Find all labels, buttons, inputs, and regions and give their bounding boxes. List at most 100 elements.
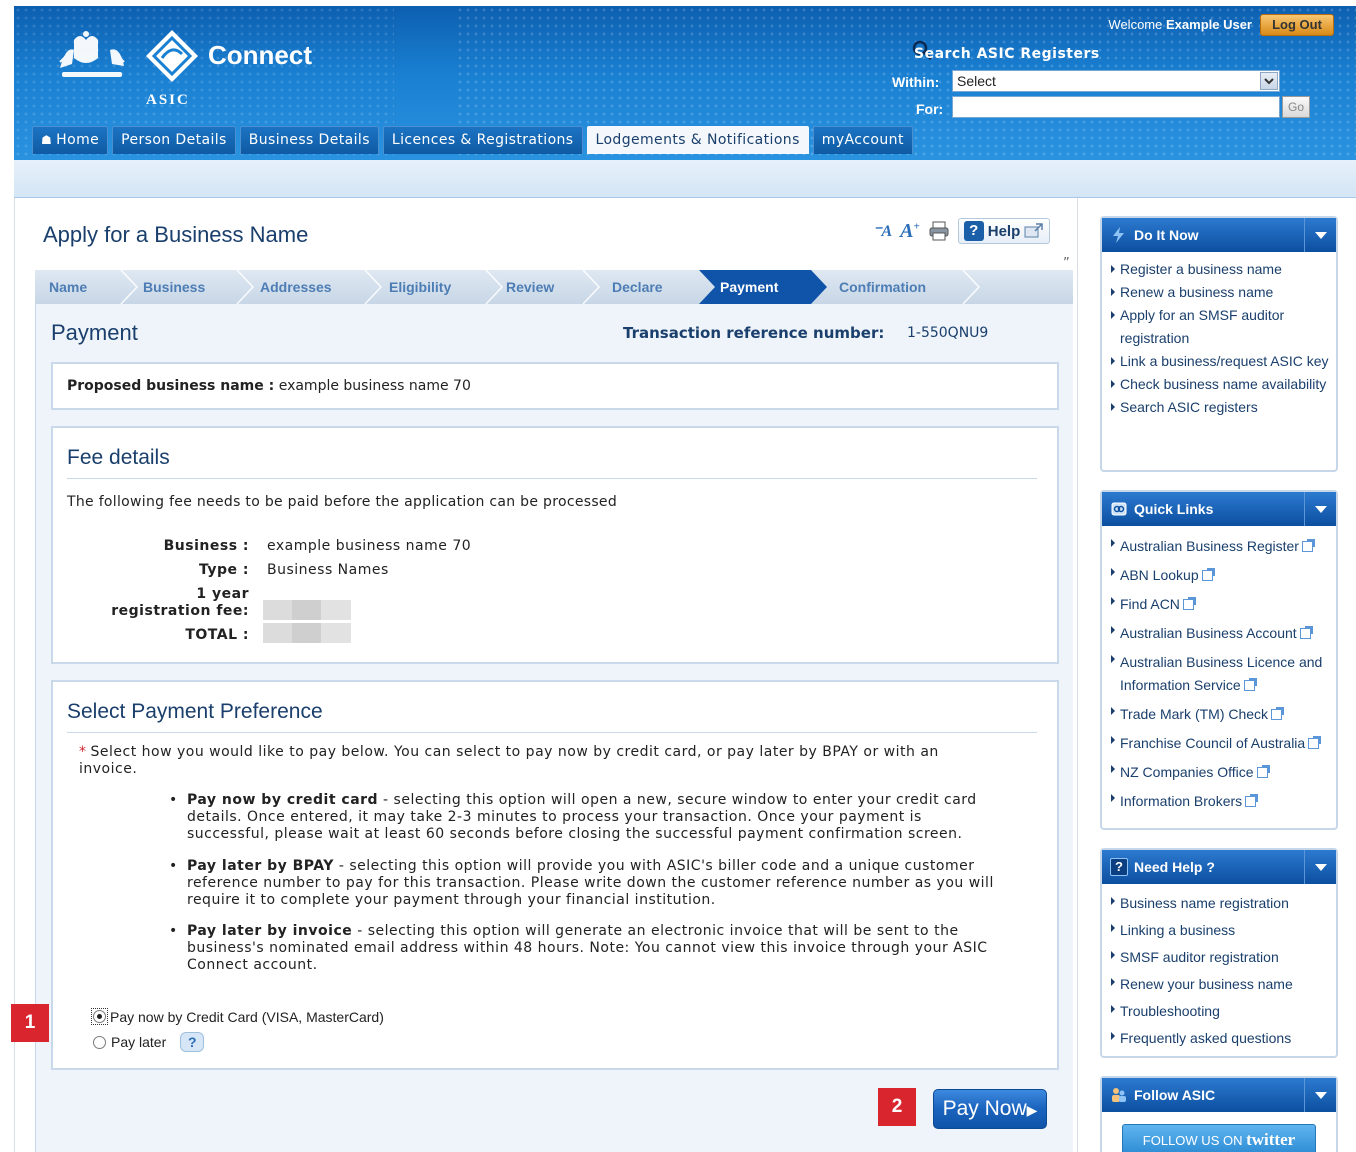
- sidebar-link-label: Australian Business Account: [1120, 625, 1297, 641]
- tab-home-label: Home: [56, 132, 100, 148]
- do-it-now-header[interactable]: Do It Now: [1102, 218, 1336, 252]
- chevron-down-icon[interactable]: [1260, 72, 1278, 90]
- bullet-bpay-title: Pay later by BPAY: [187, 858, 334, 874]
- welcome-prefix: Welcome: [1108, 17, 1163, 32]
- sidebar-link-label: Franchise Council of Australia: [1120, 735, 1306, 751]
- sidebar-link[interactable]: NZ Companies Office: [1110, 758, 1330, 787]
- external-link-icon: [1245, 794, 1259, 807]
- decrease-font-icon[interactable]: ⁻A: [873, 221, 892, 241]
- page-title: Apply for a Business Name: [43, 222, 309, 247]
- sidebar-link-label: ABN Lookup: [1120, 567, 1199, 583]
- sidebar-link[interactable]: Renew your business name: [1110, 971, 1330, 998]
- sidebar-link[interactable]: Business name registration: [1110, 890, 1330, 917]
- page-tools: ⁻A A+ ? Help: [873, 218, 1051, 244]
- sidebar-link[interactable]: Franchise Council of Australia: [1110, 729, 1330, 758]
- help-button[interactable]: ? Help: [957, 218, 1051, 244]
- external-link-icon: [1243, 678, 1257, 691]
- twitter-word: twitter: [1246, 1130, 1296, 1149]
- chevron-down-icon[interactable]: [1304, 1078, 1336, 1112]
- sidebar-link[interactable]: Australian Business Account: [1110, 619, 1330, 648]
- annotation-badge-1: 1: [11, 1004, 49, 1042]
- search-title: Search ASIC Registers: [914, 46, 1100, 62]
- sidebar-link[interactable]: Troubleshooting: [1110, 998, 1330, 1025]
- fee-details-heading: Fee details: [67, 446, 170, 469]
- sidebar-link[interactable]: Find ACN: [1110, 590, 1330, 619]
- bullet-invoice-title: Pay later by invoice: [187, 923, 353, 939]
- twitter-follow-button[interactable]: FOLLOW US ON twitter: [1122, 1124, 1316, 1152]
- main-content: Apply for a Business Name ⁻A A+ ? Help ”: [14, 198, 1078, 1152]
- transaction-ref-value: 1-550QNU9: [907, 325, 989, 341]
- quick-links-header[interactable]: Quick Links: [1102, 492, 1336, 526]
- option-pay-later[interactable]: Pay later ?: [91, 1032, 205, 1052]
- bullet-credit-card: Pay now by credit card - selecting this …: [169, 792, 997, 843]
- chevron-down-icon[interactable]: [1304, 218, 1336, 252]
- tab-lodgements-notifications[interactable]: Lodgements & Notifications: [586, 126, 809, 154]
- search-input[interactable]: [952, 96, 1280, 118]
- radio-pay-later[interactable]: [93, 1035, 106, 1049]
- increase-font-icon[interactable]: A+: [900, 220, 920, 243]
- go-button[interactable]: Go: [1282, 96, 1310, 118]
- follow-asic-header[interactable]: Follow ASIC: [1102, 1078, 1336, 1112]
- logo-text: Connect: [208, 40, 312, 70]
- tab-person-details[interactable]: Person Details: [112, 126, 236, 154]
- need-help-header[interactable]: ? Need Help ?: [1102, 850, 1336, 884]
- main-nav: ☗ Home Person Details Business Details Li…: [32, 126, 913, 154]
- tab-business-details[interactable]: Business Details: [239, 126, 379, 154]
- sidebar-link[interactable]: Information Brokers: [1110, 787, 1330, 816]
- follow-asic-title: Follow ASIC: [1134, 1087, 1216, 1103]
- step-addresses: Addresses: [260, 279, 332, 295]
- sidebar-link[interactable]: Frequently asked questions: [1110, 1025, 1330, 1052]
- external-link-icon: [1299, 626, 1313, 639]
- sidebar-link-label: Find ACN: [1120, 596, 1180, 612]
- option-pay-now[interactable]: Pay now by Credit Card (VISA, MasterCard…: [91, 1008, 384, 1025]
- payment-instructions-text: Select how you would like to pay below. …: [79, 744, 939, 777]
- tab-myaccount[interactable]: myAccount: [812, 126, 913, 154]
- need-help-title: Need Help ?: [1134, 859, 1215, 875]
- fee-business-label: Business :: [163, 538, 249, 554]
- arrow-right-icon: ▶: [1026, 1102, 1038, 1118]
- fee-amount-redacted: [263, 600, 351, 620]
- sidebar-link[interactable]: SMSF auditor registration: [1110, 944, 1330, 971]
- sidebar-link[interactable]: Australian Business Register: [1110, 532, 1330, 561]
- print-icon[interactable]: [928, 220, 950, 242]
- sidebar-link[interactable]: Trade Mark (TM) Check: [1110, 700, 1330, 729]
- sidebar-link[interactable]: Link a business/request ASIC key: [1110, 350, 1330, 373]
- step-declare: Declare: [612, 279, 663, 295]
- do-it-now-list: Register a business name Renew a busines…: [1102, 252, 1336, 425]
- sidebar-link[interactable]: Australian Business Licence and Informat…: [1110, 648, 1330, 700]
- pay-now-button[interactable]: Pay Now▶: [933, 1089, 1047, 1129]
- bullet-bpay: Pay later by BPAY - selecting this optio…: [169, 858, 997, 909]
- connect-logo-icon: [146, 30, 198, 82]
- sidebar-link-label: Australian Business Register: [1120, 538, 1299, 554]
- tab-home[interactable]: ☗ Home: [32, 126, 109, 154]
- people-icon: [1112, 1088, 1126, 1102]
- annotation-badge-2: 2: [878, 1088, 916, 1126]
- chevron-down-icon[interactable]: [1304, 492, 1336, 526]
- step-review: Review: [506, 279, 555, 295]
- external-link-icon: [1182, 597, 1196, 610]
- step-payment-active: Payment: [720, 279, 779, 295]
- sidebar-link[interactable]: Linking a business: [1110, 917, 1330, 944]
- radio-focus-ring: [91, 1008, 108, 1025]
- fee-type-label: Type :: [198, 562, 249, 578]
- fee-registration-label-line1: 1 year: [196, 586, 249, 602]
- tab-licences-registrations[interactable]: Licences & Registrations: [382, 126, 583, 154]
- within-select[interactable]: Select: [952, 70, 1280, 92]
- sidebar-link[interactable]: Renew a business name: [1110, 281, 1330, 304]
- bullet-credit-card-title: Pay now by credit card: [187, 792, 379, 808]
- step-business: Business: [143, 279, 206, 295]
- help-tooltip-icon[interactable]: ?: [180, 1032, 205, 1052]
- chevron-down-icon[interactable]: [1304, 850, 1336, 884]
- option-pay-later-label[interactable]: Pay later: [111, 1034, 166, 1050]
- logout-button[interactable]: Log Out: [1260, 14, 1334, 36]
- radio-pay-now[interactable]: [93, 1010, 106, 1023]
- sidebar-link[interactable]: Register a business name: [1110, 258, 1330, 281]
- sidebar-link[interactable]: ABN Lookup: [1110, 561, 1330, 590]
- option-pay-now-label[interactable]: Pay now by Credit Card (VISA, MasterCard…: [110, 1009, 384, 1025]
- sidebar-link[interactable]: Apply for an SMSF auditor registration: [1110, 304, 1330, 350]
- progress-steps: Name Business Addresses Eligibility Revi…: [35, 270, 1073, 304]
- sidebar-link[interactable]: Check business name availability: [1110, 373, 1330, 396]
- payment-preference-heading: Select Payment Preference: [67, 700, 323, 723]
- step-name: Name: [49, 279, 88, 295]
- sidebar-link[interactable]: Search ASIC registers: [1110, 396, 1330, 419]
